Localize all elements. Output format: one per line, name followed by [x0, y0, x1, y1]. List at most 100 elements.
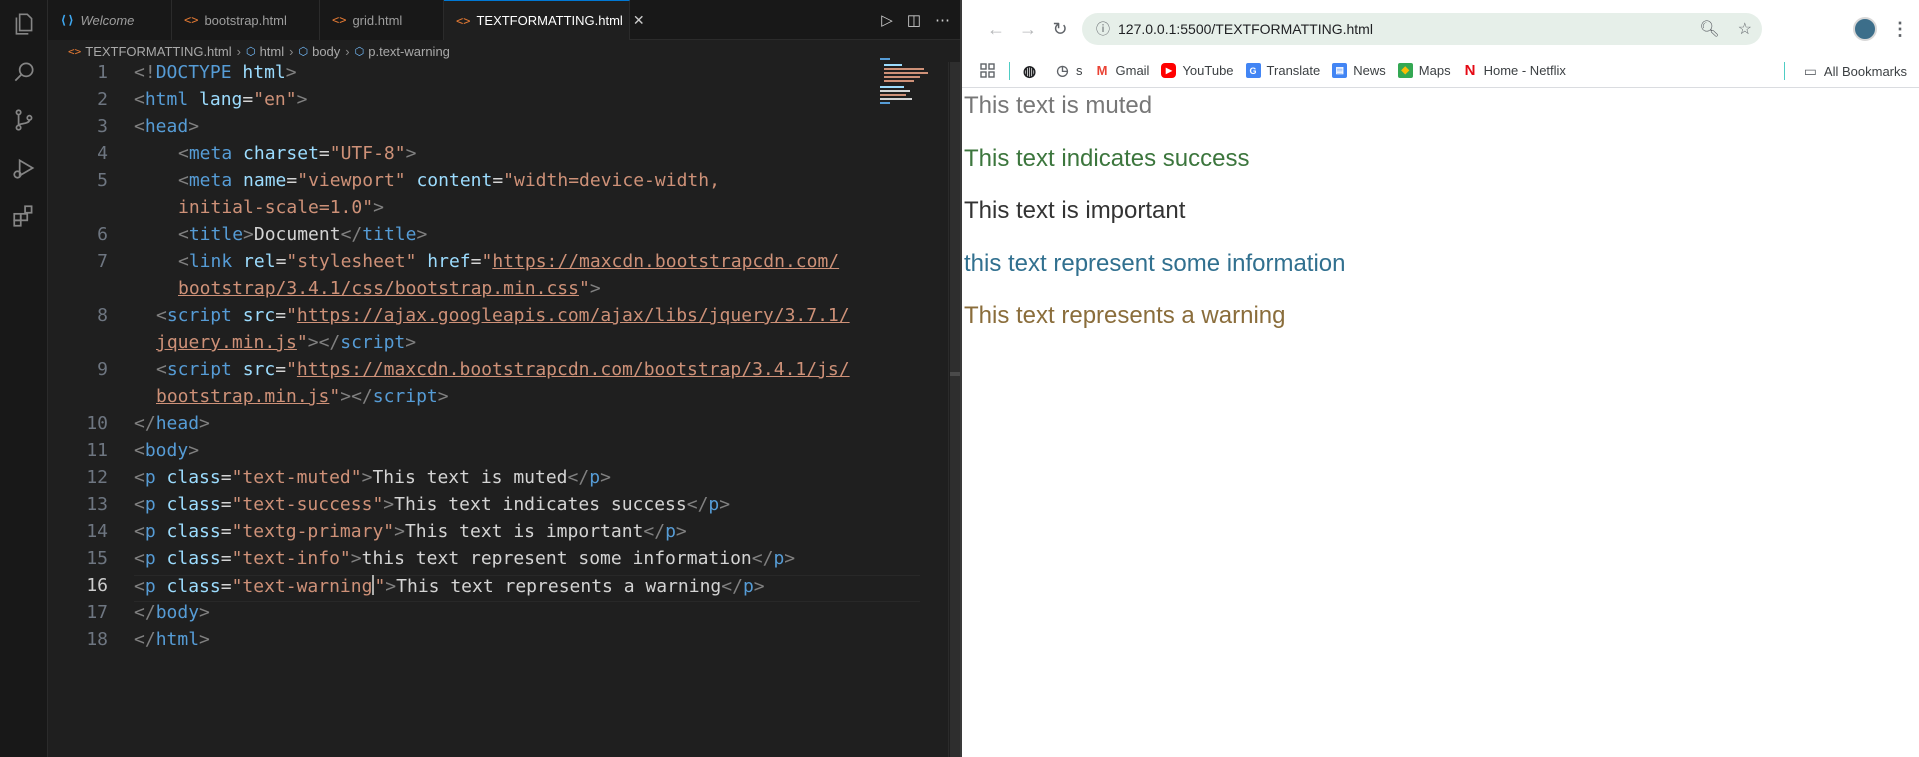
bookmark-news[interactable]: ▤ News — [1332, 63, 1386, 78]
tab-welcome[interactable]: ⟨⟩ Welcome — [48, 0, 172, 40]
browser-window: ← → ↻ ⓘ 127.0.0.1:5500/TEXTFORMATTING.ht… — [960, 0, 1919, 757]
breadcrumb-item[interactable]: TEXTFORMATTING.html — [85, 44, 231, 59]
code-line: <p class="text-warning ">This text repres… — [134, 575, 765, 597]
breadcrumb-item[interactable]: p.text-warning — [368, 44, 450, 59]
apps-icon[interactable] — [980, 63, 995, 78]
code-line: </body> — [134, 602, 210, 623]
html-icon: <> — [184, 13, 199, 27]
run-icon[interactable]: ▷ — [881, 11, 893, 29]
line-number: 4 — [97, 143, 108, 164]
breadcrumb-item[interactable]: html — [260, 44, 285, 59]
tab-grid[interactable]: <> grid.html — [320, 0, 444, 40]
source-control-icon[interactable] — [10, 106, 38, 134]
back-icon[interactable]: ← — [984, 17, 1008, 41]
tab-label: grid.html — [352, 12, 403, 28]
bookmark-label: YouTube — [1182, 63, 1234, 78]
page-content: This text is muted This text indicates s… — [962, 88, 1919, 757]
html-icon: <> — [456, 13, 471, 28]
bookmark-netflix[interactable]: N Home - Netflix — [1463, 62, 1566, 79]
extensions-icon[interactable] — [10, 202, 38, 230]
code-line: <link rel="stylesheet" href="https://max… — [178, 251, 840, 272]
explorer-icon[interactable] — [10, 10, 38, 38]
code-line: <!DOCTYPE html> — [134, 62, 297, 83]
scrollbar-thumb[interactable] — [950, 62, 960, 757]
bookmark-globe[interactable]: ◍ — [1022, 62, 1043, 80]
code-line: <body> — [134, 440, 200, 461]
editor-tab-bar: ⟨⟩ Welcome <> bootstrap.html <> grid.htm… — [48, 0, 960, 40]
code-line: <meta charset="UTF-8"> — [178, 143, 417, 164]
bookmark-label: News — [1353, 63, 1386, 78]
breadcrumb-item[interactable]: body — [312, 44, 340, 59]
line-number: 18 — [86, 629, 108, 650]
text-muted-paragraph: This text is muted — [964, 92, 1153, 119]
code-line: <html lang="en"> — [134, 89, 308, 110]
bookmark-youtube[interactable]: ▶ YouTube — [1161, 63, 1234, 78]
code-line: <script src="https://ajax.googleapis.com… — [156, 305, 850, 326]
tab-label: bootstrap.html — [204, 12, 287, 28]
avatar[interactable] — [1853, 17, 1877, 41]
site-info-icon[interactable]: ⓘ — [1088, 19, 1118, 39]
bookmark-label: Gmail — [1115, 63, 1150, 78]
chevron-right-icon: › — [289, 43, 294, 59]
vscode-icon: ⟨⟩ — [60, 13, 75, 27]
editor-scrollbar[interactable] — [948, 62, 960, 757]
code-line: initial-scale=1.0"> — [178, 197, 384, 218]
bookmark-maps[interactable]: ◆ Maps — [1397, 63, 1451, 78]
activity-bar — [0, 0, 48, 757]
code-line: <head> — [134, 116, 200, 137]
run-debug-icon[interactable] — [10, 154, 38, 182]
url-text[interactable]: 127.0.0.1:5500/TEXTFORMATTING.html — [1118, 21, 1373, 37]
more-icon[interactable]: ⋯ — [935, 11, 950, 29]
bookmark-translate[interactable]: G Translate — [1245, 63, 1320, 78]
split-editor-icon[interactable]: ◫ — [907, 11, 921, 29]
gmail-icon: M — [1096, 63, 1108, 78]
line-number: 10 — [86, 413, 108, 434]
element-icon: ⬡ — [245, 45, 256, 58]
globe-icon: ◍ — [1022, 62, 1037, 80]
bookmark-star-icon[interactable]: ☆ — [1738, 19, 1752, 39]
address-bar[interactable]: ⓘ 127.0.0.1:5500/TEXTFORMATTING.html 🔍︎ … — [1082, 13, 1762, 45]
bookmark-s[interactable]: ◷ s — [1055, 62, 1083, 78]
zoom-icon[interactable]: 🔍︎ — [1699, 19, 1719, 39]
chevron-right-icon: › — [236, 43, 241, 59]
toolbar-right: ⋮ — [1853, 13, 1919, 45]
code-line: bootstrap/3.4.1/css/bootstrap.min.css"> — [178, 278, 601, 299]
line-number: 1 — [97, 62, 108, 83]
maps-icon: ◆ — [1397, 63, 1413, 78]
tab-label: Welcome — [80, 12, 135, 28]
code-line: <title>Document</title> — [178, 224, 428, 245]
forward-icon[interactable]: → — [1016, 17, 1040, 41]
vscode-window: ⟨⟩ Welcome <> bootstrap.html <> grid.htm… — [0, 0, 960, 757]
tab-bootstrap[interactable]: <> bootstrap.html — [172, 0, 320, 40]
all-bookmarks-area: ▭ All Bookmarks — [1783, 54, 1907, 88]
scrollbar-marker — [950, 372, 960, 376]
menu-icon[interactable]: ⋮ — [1891, 19, 1909, 40]
line-number: 12 — [86, 467, 108, 488]
bookmark-label: Maps — [1418, 63, 1451, 78]
line-number: 6 — [97, 224, 108, 245]
bookmark-label: s — [1076, 63, 1083, 78]
editor-actions: ▷ ◫ ⋯ — [881, 0, 960, 40]
netflix-icon: N — [1464, 62, 1476, 79]
divider — [1783, 62, 1785, 80]
code-line: <p class="textg-primary">This text is im… — [134, 521, 687, 542]
all-bookmarks-button[interactable]: ▭ All Bookmarks — [1803, 62, 1907, 79]
search-icon[interactable] — [10, 58, 38, 86]
news-icon: ▤ — [1332, 63, 1348, 78]
tab-textformatting[interactable]: <> TEXTFORMATTING.html ✕ — [444, 0, 645, 40]
code-line: </head> — [134, 413, 210, 434]
translate-icon: G — [1245, 63, 1261, 78]
code-editor[interactable]: 1 2 3 4 5 6 7 8 9 10 11 12 13 14 15 16 1… — [48, 62, 948, 757]
code-line: <p class="text-muted">This text is muted… — [134, 467, 611, 488]
bookmark-gmail[interactable]: M Gmail — [1095, 63, 1150, 78]
close-icon[interactable]: ✕ — [633, 12, 645, 29]
line-number: 16 — [86, 575, 108, 596]
code-line: </html> — [134, 629, 210, 650]
folder-icon: ▭ — [1803, 62, 1818, 79]
tab-label: TEXTFORMATTING.html — [476, 13, 623, 28]
bookmark-label: Home - Netflix — [1483, 63, 1566, 78]
text-info-paragraph: this text represent some information — [964, 250, 1346, 277]
youtube-icon: ▶ — [1161, 63, 1177, 78]
reload-icon[interactable]: ↻ — [1048, 17, 1072, 41]
browser-toolbar: ← → ↻ ⓘ 127.0.0.1:5500/TEXTFORMATTING.ht… — [962, 0, 1919, 58]
